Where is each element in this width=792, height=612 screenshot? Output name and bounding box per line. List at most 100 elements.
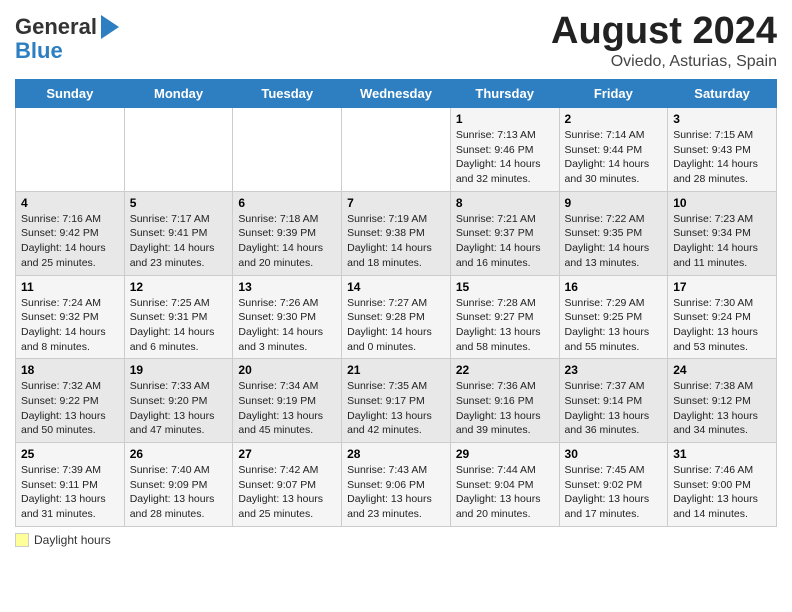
day-info: Sunrise: 7:13 AM Sunset: 9:46 PM Dayligh… xyxy=(456,128,554,187)
day-header-monday: Monday xyxy=(124,80,233,108)
calendar-cell: 18 Sunrise: 7:32 AM Sunset: 9:22 PM Dayli… xyxy=(16,359,125,443)
day-number: 8 xyxy=(456,196,554,210)
day-number: 15 xyxy=(456,280,554,294)
day-info: Sunrise: 7:24 AM Sunset: 9:32 PM Dayligh… xyxy=(21,296,119,355)
day-number: 6 xyxy=(238,196,336,210)
day-number: 26 xyxy=(130,447,228,461)
day-number: 2 xyxy=(565,112,663,126)
calendar-cell: 22 Sunrise: 7:36 AM Sunset: 9:16 PM Dayli… xyxy=(450,359,559,443)
day-info: Sunrise: 7:40 AM Sunset: 9:09 PM Dayligh… xyxy=(130,463,228,522)
day-number: 3 xyxy=(673,112,771,126)
day-number: 11 xyxy=(21,280,119,294)
day-info: Sunrise: 7:44 AM Sunset: 9:04 PM Dayligh… xyxy=(456,463,554,522)
page-title: August 2024 xyxy=(551,10,777,53)
calendar-cell: 15 Sunrise: 7:28 AM Sunset: 9:27 PM Dayli… xyxy=(450,275,559,359)
calendar-week-row: 18 Sunrise: 7:32 AM Sunset: 9:22 PM Dayli… xyxy=(16,359,777,443)
calendar-cell: 14 Sunrise: 7:27 AM Sunset: 9:28 PM Dayli… xyxy=(342,275,451,359)
day-number: 24 xyxy=(673,363,771,377)
day-number: 31 xyxy=(673,447,771,461)
day-info: Sunrise: 7:28 AM Sunset: 9:27 PM Dayligh… xyxy=(456,296,554,355)
day-info: Sunrise: 7:33 AM Sunset: 9:20 PM Dayligh… xyxy=(130,379,228,438)
calendar-cell xyxy=(124,108,233,192)
day-number: 17 xyxy=(673,280,771,294)
calendar-cell: 27 Sunrise: 7:42 AM Sunset: 9:07 PM Dayli… xyxy=(233,443,342,527)
day-number: 29 xyxy=(456,447,554,461)
calendar-cell: 4 Sunrise: 7:16 AM Sunset: 9:42 PM Daylig… xyxy=(16,191,125,275)
day-number: 28 xyxy=(347,447,445,461)
day-header-thursday: Thursday xyxy=(450,80,559,108)
day-info: Sunrise: 7:43 AM Sunset: 9:06 PM Dayligh… xyxy=(347,463,445,522)
day-number: 9 xyxy=(565,196,663,210)
day-number: 4 xyxy=(21,196,119,210)
legend: Daylight hours xyxy=(15,533,777,547)
day-number: 22 xyxy=(456,363,554,377)
calendar-cell: 10Sunrise: 7:23 AM Sunset: 9:34 PM Dayli… xyxy=(668,191,777,275)
day-info: Sunrise: 7:27 AM Sunset: 9:28 PM Dayligh… xyxy=(347,296,445,355)
day-info: Sunrise: 7:39 AM Sunset: 9:11 PM Dayligh… xyxy=(21,463,119,522)
calendar-table: SundayMondayTuesdayWednesdayThursdayFrid… xyxy=(15,79,777,527)
day-info: Sunrise: 7:34 AM Sunset: 9:19 PM Dayligh… xyxy=(238,379,336,438)
calendar-cell xyxy=(233,108,342,192)
day-info: Sunrise: 7:29 AM Sunset: 9:25 PM Dayligh… xyxy=(565,296,663,355)
calendar-cell: 3 Sunrise: 7:15 AM Sunset: 9:43 PM Daylig… xyxy=(668,108,777,192)
day-info: Sunrise: 7:46 AM Sunset: 9:00 PM Dayligh… xyxy=(673,463,771,522)
calendar-cell: 28 Sunrise: 7:43 AM Sunset: 9:06 PM Dayli… xyxy=(342,443,451,527)
day-number: 16 xyxy=(565,280,663,294)
calendar-cell: 1 Sunrise: 7:13 AM Sunset: 9:46 PM Daylig… xyxy=(450,108,559,192)
day-number: 1 xyxy=(456,112,554,126)
day-number: 25 xyxy=(21,447,119,461)
day-header-tuesday: Tuesday xyxy=(233,80,342,108)
calendar-cell: 24Sunrise: 7:38 AM Sunset: 9:12 PM Dayli… xyxy=(668,359,777,443)
day-info: Sunrise: 7:30 AM Sunset: 9:24 PM Dayligh… xyxy=(673,296,771,355)
day-number: 5 xyxy=(130,196,228,210)
day-header-friday: Friday xyxy=(559,80,668,108)
calendar-cell xyxy=(16,108,125,192)
calendar-cell: 16 Sunrise: 7:29 AM Sunset: 9:25 PM Dayli… xyxy=(559,275,668,359)
day-number: 12 xyxy=(130,280,228,294)
page-header: General Blue August 2024 Oviedo, Asturia… xyxy=(15,10,777,71)
day-header-saturday: Saturday xyxy=(668,80,777,108)
calendar-week-row: 11 Sunrise: 7:24 AM Sunset: 9:32 PM Dayli… xyxy=(16,275,777,359)
day-number: 18 xyxy=(21,363,119,377)
logo-blue: Blue xyxy=(15,38,63,63)
legend-color-box xyxy=(15,533,29,547)
calendar-cell: 7Sunrise: 7:19 AM Sunset: 9:38 PM Daylig… xyxy=(342,191,451,275)
day-number: 27 xyxy=(238,447,336,461)
calendar-cell: 26 Sunrise: 7:40 AM Sunset: 9:09 PM Dayli… xyxy=(124,443,233,527)
calendar-cell xyxy=(342,108,451,192)
calendar-cell: 30Sunrise: 7:45 AM Sunset: 9:02 PM Dayli… xyxy=(559,443,668,527)
day-number: 20 xyxy=(238,363,336,377)
day-info: Sunrise: 7:36 AM Sunset: 9:16 PM Dayligh… xyxy=(456,379,554,438)
calendar-cell: 11 Sunrise: 7:24 AM Sunset: 9:32 PM Dayli… xyxy=(16,275,125,359)
calendar-cell: 9 Sunrise: 7:22 AM Sunset: 9:35 PM Daylig… xyxy=(559,191,668,275)
day-info: Sunrise: 7:16 AM Sunset: 9:42 PM Dayligh… xyxy=(21,212,119,271)
day-number: 23 xyxy=(565,363,663,377)
calendar-cell: 17 Sunrise: 7:30 AM Sunset: 9:24 PM Dayli… xyxy=(668,275,777,359)
day-header-sunday: Sunday xyxy=(16,80,125,108)
title-block: August 2024 Oviedo, Asturias, Spain xyxy=(551,10,777,71)
calendar-week-row: 4 Sunrise: 7:16 AM Sunset: 9:42 PM Daylig… xyxy=(16,191,777,275)
day-info: Sunrise: 7:14 AM Sunset: 9:44 PM Dayligh… xyxy=(565,128,663,187)
day-info: Sunrise: 7:26 AM Sunset: 9:30 PM Dayligh… xyxy=(238,296,336,355)
calendar-cell: 25 Sunrise: 7:39 AM Sunset: 9:11 PM Dayli… xyxy=(16,443,125,527)
day-number: 14 xyxy=(347,280,445,294)
day-info: Sunrise: 7:32 AM Sunset: 9:22 PM Dayligh… xyxy=(21,379,119,438)
day-info: Sunrise: 7:22 AM Sunset: 9:35 PM Dayligh… xyxy=(565,212,663,271)
calendar-cell: 2 Sunrise: 7:14 AM Sunset: 9:44 PM Daylig… xyxy=(559,108,668,192)
calendar-cell: 23 Sunrise: 7:37 AM Sunset: 9:14 PM Dayli… xyxy=(559,359,668,443)
calendar-header-row: SundayMondayTuesdayWednesdayThursdayFrid… xyxy=(16,80,777,108)
logo-general: General xyxy=(15,15,97,39)
day-info: Sunrise: 7:37 AM Sunset: 9:14 PM Dayligh… xyxy=(565,379,663,438)
day-info: Sunrise: 7:23 AM Sunset: 9:34 PM Dayligh… xyxy=(673,212,771,271)
day-info: Sunrise: 7:42 AM Sunset: 9:07 PM Dayligh… xyxy=(238,463,336,522)
day-info: Sunrise: 7:15 AM Sunset: 9:43 PM Dayligh… xyxy=(673,128,771,187)
calendar-cell: 5Sunrise: 7:17 AM Sunset: 9:41 PM Daylig… xyxy=(124,191,233,275)
calendar-cell: 21Sunrise: 7:35 AM Sunset: 9:17 PM Dayli… xyxy=(342,359,451,443)
calendar-cell: 12Sunrise: 7:25 AM Sunset: 9:31 PM Dayli… xyxy=(124,275,233,359)
calendar-cell: 20 Sunrise: 7:34 AM Sunset: 9:19 PM Dayli… xyxy=(233,359,342,443)
calendar-cell: 8Sunrise: 7:21 AM Sunset: 9:37 PM Daylig… xyxy=(450,191,559,275)
day-number: 13 xyxy=(238,280,336,294)
day-number: 21 xyxy=(347,363,445,377)
calendar-cell: 19Sunrise: 7:33 AM Sunset: 9:20 PM Dayli… xyxy=(124,359,233,443)
page-subtitle: Oviedo, Asturias, Spain xyxy=(551,53,777,71)
